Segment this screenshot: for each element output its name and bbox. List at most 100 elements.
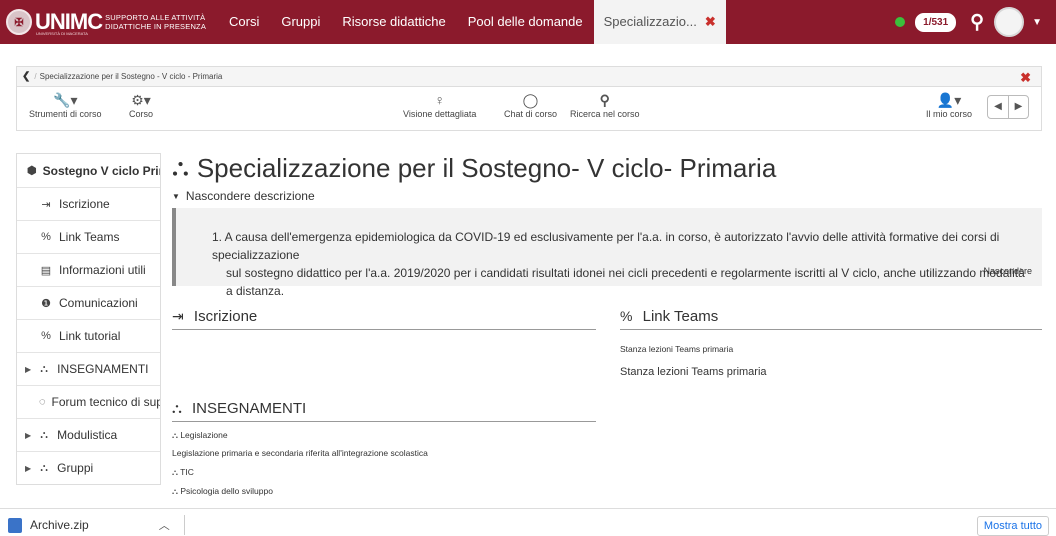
section-title[interactable]: Link Teams [643, 308, 719, 325]
sidebar-item-iscrizione[interactable]: ⇥ Iscrizione [17, 187, 160, 220]
tool-label: Corso [129, 109, 154, 119]
detailed-view-button[interactable]: ♀ Visione dettagliata [403, 91, 476, 119]
chevron-down-icon[interactable]: ▼ [1032, 17, 1042, 28]
chevron-up-icon[interactable]: ︿ [159, 517, 170, 533]
download-filename: Archive.zip [30, 518, 89, 532]
sign-in-icon: ⇥ [172, 308, 184, 324]
list-item-label: Legislazione [180, 430, 228, 440]
nav-gruppi[interactable]: Gruppi [270, 0, 331, 44]
sidebar-item-label: Iscrizione [59, 197, 110, 211]
nav-pool-domande[interactable]: Pool delle domande [457, 0, 594, 44]
sidebar-item-modulistica[interactable]: ▶ ⛬ Modulistica [17, 418, 160, 451]
close-icon[interactable]: ✖ [1020, 70, 1031, 86]
description-toggle[interactable]: ▼ Nascondere descrizione [172, 189, 1042, 203]
link-teams-link[interactable]: Stanza lezioni Teams primaria [620, 366, 767, 378]
logo-main: UNIMC [35, 9, 103, 34]
university-seal-icon: ✠ [6, 9, 32, 35]
sidebar-item-forum[interactable]: ◌ Forum tecnico di supporto [17, 385, 160, 418]
sidebar-item-label: INSEGNAMENTI [57, 362, 149, 376]
list-item[interactable]: ⛬ Psicologia dello sviluppo [172, 486, 273, 497]
cubes-icon: ⛬ [40, 461, 48, 474]
online-status-icon [895, 17, 906, 27]
wrench-icon: 🔧▾ [53, 92, 78, 108]
tool-label: Ricerca nel corso [570, 109, 640, 119]
nav-risorse-didattiche[interactable]: Risorse didattiche [331, 0, 456, 44]
download-item[interactable]: Archive.zip ︿ [8, 517, 170, 533]
description-line-1: 1. A causa dell'emergenza epidemiologica… [212, 230, 1000, 262]
course-chat-button[interactable]: ◯ Chat di corso [504, 91, 557, 119]
logo-university: UNIVERSITÀ DI MACERATA [36, 31, 88, 36]
sidebar-item-course[interactable]: ⬢ Sostegno V ciclo Primaria [17, 154, 160, 187]
expand-icon[interactable]: ▶ [25, 365, 31, 374]
list-item[interactable]: ⛬ TIC [172, 467, 194, 478]
list-item-label: TIC [180, 467, 194, 477]
zip-file-icon [8, 517, 22, 533]
expand-icon[interactable]: ▶ [25, 431, 31, 440]
breadcrumb-item[interactable]: Specializzazione per il Sostegno - V cic… [40, 72, 223, 81]
tool-label: Chat di corso [504, 109, 558, 119]
course-pager: ◀ ▶ [987, 95, 1029, 119]
sidebar-item-insegnamenti[interactable]: ▶ ⛬ INSEGNAMENTI [17, 352, 160, 385]
logo-subtitle-line2: DIDATTICHE IN PRESENZA [105, 22, 207, 31]
sidebar-item-label: Comunicazioni [59, 296, 138, 310]
sidebar-item-label: Sostegno V ciclo Primaria [42, 163, 160, 178]
tool-label: Strumenti di corso [29, 109, 102, 119]
cube-icon: ⬢ [27, 165, 37, 177]
top-navbar: ✠ UNIMC SUPPORTO ALLE ATTIVITÀ DIDATTICH… [0, 0, 1056, 44]
link-teams-caption: Stanza lezioni Teams primaria [620, 344, 734, 354]
cubes-icon: ⛬ [40, 362, 48, 375]
course-sidebar: ⬢ Sostegno V ciclo Primaria ⇥ Iscrizione… [16, 153, 161, 485]
sidebar-item-label: Gruppi [57, 461, 94, 475]
forum-icon: ◌ [39, 396, 46, 408]
cogs-icon: ⚙▾ [131, 92, 151, 108]
section-insegnamenti: ⛬ INSEGNAMENTI [172, 400, 596, 422]
page-title: ⛬ Specializzazione per il Sostegno- V ci… [172, 153, 1042, 183]
section-iscrizione: ⇥ Iscrizione [172, 308, 596, 330]
tool-label: Il mio corso [926, 109, 973, 119]
sidebar-item-gruppi[interactable]: ▶ ⛬ Gruppi [17, 451, 160, 484]
search-icon: ⚲ [599, 92, 610, 108]
course-menu-button[interactable]: ⚙▾ Corso [129, 91, 153, 119]
course-tools-button[interactable]: 🔧▾ Strumenti di corso [29, 91, 102, 119]
logo-subtitle: SUPPORTO ALLE ATTIVITÀ DIDATTICHE IN PRE… [105, 13, 206, 31]
chat-icon: ◯ [522, 92, 539, 108]
breadcrumb-separator: / [34, 72, 37, 81]
sidebar-item-link-teams[interactable]: % Link Teams [17, 220, 160, 253]
expand-icon[interactable]: ▶ [25, 464, 31, 473]
notification-counter[interactable]: 1/531 [915, 12, 957, 32]
prev-icon[interactable]: ◀ [988, 96, 1008, 118]
close-tab-icon[interactable]: ✖ [705, 0, 716, 44]
sidebar-item-label: Informazioni utili [59, 263, 146, 277]
nav-corsi[interactable]: Corsi [218, 0, 270, 44]
main-content: ⛬ Specializzazione per il Sostegno- V ci… [172, 153, 1042, 298]
logo[interactable]: ✠ UNIMC SUPPORTO ALLE ATTIVITÀ DIDATTICH… [6, 0, 218, 44]
section-title[interactable]: INSEGNAMENTI [192, 400, 306, 417]
sidebar-item-label: Link Teams [59, 230, 120, 244]
info-icon: ❶ [41, 297, 51, 310]
avatar[interactable] [994, 7, 1025, 37]
sign-in-icon: ⇥ [41, 198, 51, 211]
description-toggle-label: Nascondere descrizione [185, 189, 315, 203]
lightbulb-icon: ♀ [434, 92, 445, 108]
next-icon[interactable]: ▶ [1008, 96, 1028, 118]
sidebar-item-label: Modulistica [57, 428, 118, 442]
course-toolbar: 🔧▾ Strumenti di corso ⚙▾ Corso ♀ Visione… [16, 87, 1042, 131]
sidebar-item-link-tutorial[interactable]: % Link tutorial [17, 319, 160, 352]
tab-specializzazione[interactable]: Specializzazio... ✖ [593, 0, 726, 44]
list-item[interactable]: ⛬ Legislazione [172, 430, 228, 441]
list-item-description: Legislazione primaria e secondaria rifer… [172, 448, 428, 458]
my-course-button[interactable]: 👤▾ Il mio corso [926, 91, 972, 119]
page-title-text: Specializzazione per il Sostegno- V cicl… [196, 152, 777, 183]
sidebar-item-comunicazioni[interactable]: ❶ Comunicazioni [17, 286, 160, 319]
sidebar-item-label: Link tutorial [59, 329, 121, 343]
sidebar-item-informazioni[interactable]: ▤ Informazioni utili [17, 253, 160, 286]
link-icon: % [41, 330, 51, 342]
section-title[interactable]: Iscrizione [194, 308, 257, 325]
search-icon[interactable]: ⚲ [970, 11, 984, 34]
back-icon[interactable]: ❮ [22, 71, 30, 82]
list-item-label: Psicologia dello sviluppo [180, 486, 273, 496]
link-icon: % [41, 231, 51, 243]
show-all-button[interactable]: Mostra tutto [976, 516, 1049, 536]
course-search-button[interactable]: ⚲ Ricerca nel corso [570, 91, 640, 119]
hide-description-link[interactable]: Nascondere [983, 262, 1032, 280]
